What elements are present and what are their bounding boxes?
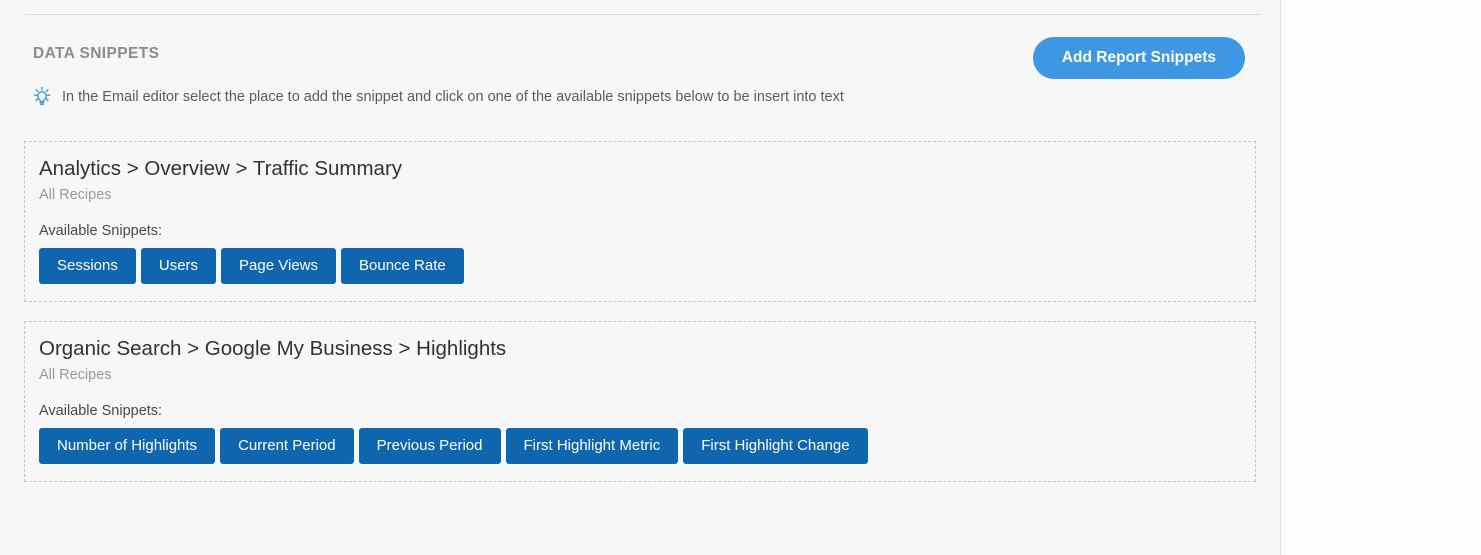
snippet-card-title: Analytics > Overview > Traffic Summary	[39, 157, 403, 180]
snippet-card-subtitle: All Recipes	[39, 187, 112, 203]
hint-text: In the Email editor select the place to …	[62, 89, 844, 105]
snippet-chip[interactable]: Bounce Rate	[341, 248, 464, 284]
snippet-chip[interactable]: Number of Highlights	[39, 428, 216, 464]
data-snippets-panel: DATA SNIPPETS Add Report Snippets In the…	[0, 0, 1281, 555]
page-title: DATA SNIPPETS	[33, 45, 160, 62]
snippet-card-title: Organic Search > Google My Business > Hi…	[39, 337, 507, 360]
snippet-chip-row: Sessions Users Page Views Bounce Rate	[39, 248, 1241, 284]
snippet-card: Organic Search > Google My Business > Hi…	[24, 321, 1256, 482]
snippet-chip-row: Number of Highlights Current Period Prev…	[39, 428, 1241, 464]
right-empty-area	[1281, 0, 1481, 555]
section-header: DATA SNIPPETS Add Report Snippets	[0, 34, 1281, 86]
available-snippets-label: Available Snippets:	[39, 223, 163, 239]
snippet-card-list: Analytics > Overview > Traffic Summary A…	[24, 141, 1256, 501]
snippet-card: Analytics > Overview > Traffic Summary A…	[24, 141, 1256, 302]
snippet-card-subtitle: All Recipes	[39, 367, 112, 383]
app-screen: DATA SNIPPETS Add Report Snippets In the…	[0, 0, 1481, 555]
lightbulb-icon	[31, 86, 53, 108]
hint-row: In the Email editor select the place to …	[31, 86, 844, 108]
snippet-chip[interactable]: Previous Period	[358, 428, 501, 464]
snippet-chip[interactable]: Users	[140, 248, 217, 284]
snippet-chip[interactable]: First Highlight Metric	[505, 428, 679, 464]
snippet-chip[interactable]: Current Period	[220, 428, 354, 464]
available-snippets-label: Available Snippets:	[39, 403, 163, 419]
snippet-chip[interactable]: Sessions	[39, 248, 136, 284]
snippet-chip[interactable]: First Highlight Change	[683, 428, 868, 464]
add-report-snippets-button[interactable]: Add Report Snippets	[1032, 37, 1245, 79]
snippet-chip[interactable]: Page Views	[221, 248, 336, 284]
top-divider	[25, 14, 1262, 15]
